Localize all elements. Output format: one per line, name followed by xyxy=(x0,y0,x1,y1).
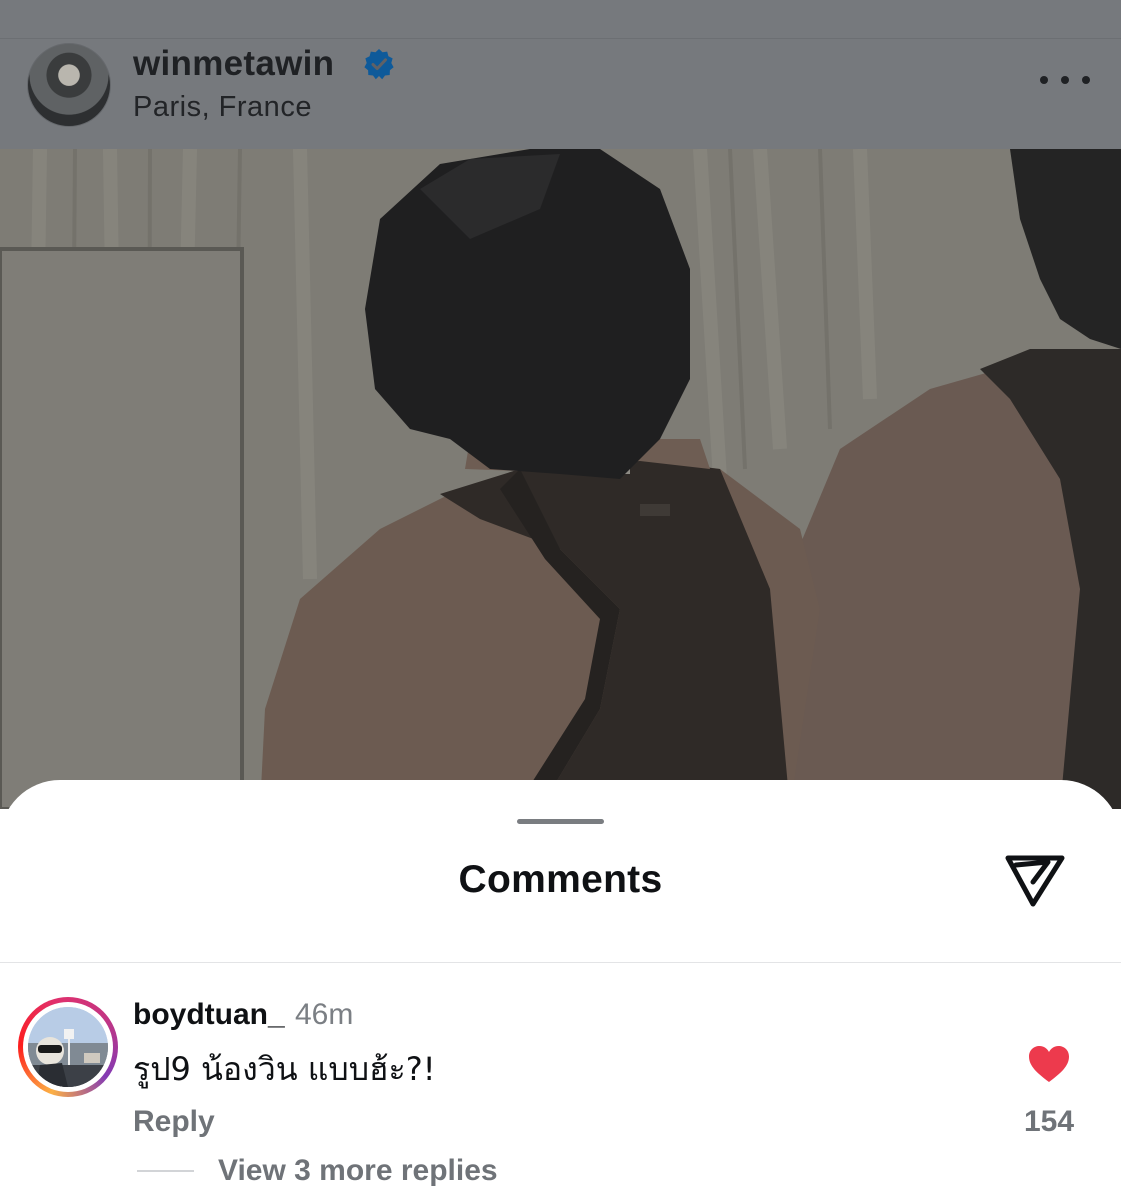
more-horizontal-icon[interactable] xyxy=(1040,69,1090,91)
verified-badge-icon xyxy=(364,49,394,80)
comment-author-username[interactable]: boydtuan_ xyxy=(133,996,285,1034)
post-photo[interactable] xyxy=(0,149,1121,809)
sheet-grabber-handle[interactable] xyxy=(517,819,604,824)
status-bar-area xyxy=(0,0,1121,38)
avatar-photo-illustration xyxy=(28,1007,108,1087)
comments-sheet: Comments boydtuan_ 46m รูป9 น้องวิน แบบฮ… xyxy=(0,780,1121,1200)
more-dot xyxy=(1082,76,1090,84)
sheet-title: Comments xyxy=(458,858,663,901)
more-dot xyxy=(1040,76,1048,84)
comment-text: รูป9 น้องวิน แบบฮ้ะ?! xyxy=(133,1050,436,1088)
like-count: 154 xyxy=(1023,1105,1075,1138)
heart-filled-icon[interactable] xyxy=(1027,1044,1071,1084)
comment-avatar-story-ring[interactable] xyxy=(18,997,118,1097)
sheet-divider xyxy=(0,962,1121,963)
post-photo-illustration xyxy=(0,149,1121,809)
comment-author-avatar xyxy=(28,1007,108,1087)
send-icon[interactable] xyxy=(1003,852,1067,910)
comment-timestamp: 46m xyxy=(295,998,354,1031)
more-dot xyxy=(1061,76,1069,84)
post-author-username[interactable]: winmetawin xyxy=(133,44,334,84)
instagram-post-screen: winmetawin Paris, France Comments boydtu… xyxy=(0,0,1121,1200)
post-author-avatar[interactable] xyxy=(27,43,111,127)
post-location[interactable]: Paris, France xyxy=(133,89,312,125)
replies-thread-line xyxy=(137,1170,194,1172)
post-header: winmetawin Paris, France xyxy=(0,38,1121,150)
reply-button[interactable]: Reply xyxy=(133,1102,215,1142)
view-more-replies-button[interactable]: View 3 more replies xyxy=(218,1151,498,1191)
